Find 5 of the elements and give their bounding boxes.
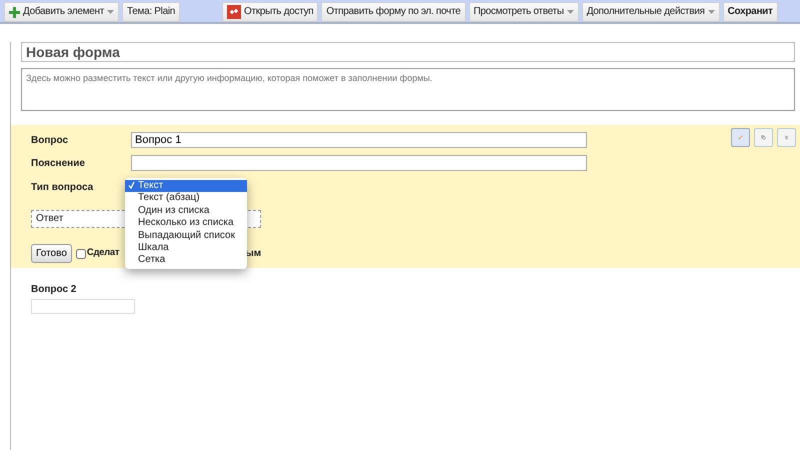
field-label: Пояснение: [31, 156, 86, 170]
field-label: Тип вопроса: [31, 181, 94, 195]
required-label: Сделат: [86, 246, 120, 260]
field-label: Вопрос: [31, 134, 70, 148]
question-title: Вопрос 2: [31, 283, 78, 297]
